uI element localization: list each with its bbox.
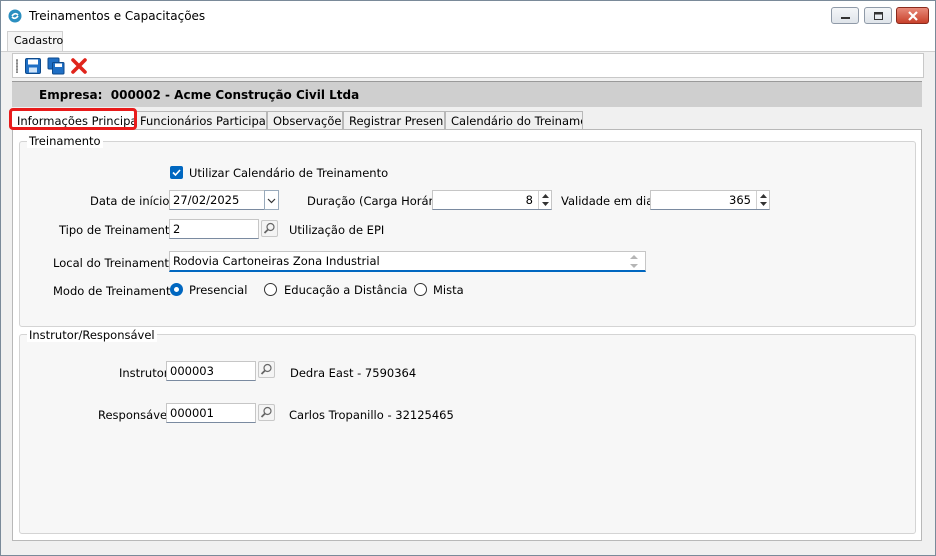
use-calendar-checkbox[interactable] [170,166,183,179]
modo-mista-label: Mista [433,283,464,297]
modo-treinamento-label: Modo de Treinamento: [53,284,182,298]
validade-spinner-icon[interactable] [756,191,769,209]
instrutor-lookup-button[interactable] [258,361,275,378]
toolbar-grip-icon [16,59,18,73]
instrutor-group [19,334,916,534]
menu-tab-cadastro[interactable]: Cadastro [7,31,63,51]
tab-funcionarios-participantes[interactable]: Funcionários Participantes [134,111,267,129]
minimize-icon [841,17,850,19]
treinamento-group-title: Treinamento [27,134,103,148]
menu-bar [1,31,935,52]
duracao-field[interactable]: 8 [432,190,552,210]
instrutor-field[interactable]: 000003 [166,361,256,381]
tab-registrar-presenca[interactable]: Registrar Presença [343,111,445,129]
chevron-down-icon [267,198,276,204]
tipo-treinamento-field[interactable]: 2 [169,219,259,239]
scroll-arrows-icon[interactable] [627,253,641,270]
search-icon [263,222,275,234]
local-treinamento-label: Local do Treinamento: [53,256,180,270]
search-icon [260,363,272,375]
delete-icon[interactable] [70,57,88,75]
search-icon [260,406,272,418]
responsavel-lookup-button[interactable] [258,404,275,421]
modo-mista-radio[interactable] [414,283,427,296]
data-inicio-label: Data de início: [90,194,174,208]
local-treinamento-field[interactable]: Rodovia Cartoneiras Zona Industrial [169,251,646,272]
modo-presencial-label: Presencial [189,283,248,297]
save-copy-icon[interactable] [47,57,65,75]
title-bar: Treinamentos e Capacitações [1,1,935,31]
instrutor-desc: Dedra East - 7590364 [290,366,417,380]
modo-ead-label: Educação a Distância [284,283,408,297]
instrutor-label: Instrutor: [119,366,173,380]
validade-label: Validade em dias [561,194,660,208]
main-window: Treinamentos e Capacitações Cadastro Emp… [0,0,936,556]
tipo-lookup-button[interactable] [261,220,278,237]
duracao-label: Duração (Carga Horária) [307,194,448,208]
minimize-button[interactable] [831,7,859,24]
save-icon[interactable] [24,57,42,75]
duracao-spinner-icon[interactable] [538,191,551,209]
modo-presencial-radio[interactable] [170,283,183,296]
data-inicio-field[interactable]: 27/02/2025 [169,190,265,210]
toolbar [12,53,924,78]
tab-informacoes-principais[interactable]: Informações Principais [9,108,137,130]
use-calendar-label: Utilizar Calendário de Treinamento [189,166,389,180]
instrutor-group-title: Instrutor/Responsável [27,328,157,342]
tab-observacoes[interactable]: Observações [267,111,343,129]
modo-ead-radio[interactable] [264,283,277,296]
tipo-treinamento-label: Tipo de Treinamento: [59,223,181,237]
empresa-bar: Empresa: 000002 - Acme Construção Civil … [12,81,922,107]
maximize-icon [874,12,883,20]
date-picker-button[interactable] [264,190,279,210]
responsavel-field[interactable]: 000001 [166,403,256,423]
responsavel-desc: Carlos Tropanillo - 32125465 [289,408,454,422]
close-button[interactable] [896,7,929,24]
empresa-label: Empresa: 000002 - Acme Construção Civil … [39,88,360,102]
close-icon [908,11,918,21]
app-icon [8,9,22,23]
tipo-treinamento-desc: Utilização de EPI [289,223,385,237]
validade-field[interactable]: 365 [650,190,770,210]
window-title: Treinamentos e Capacitações [29,9,206,23]
responsavel-label: Responsável: [98,408,175,422]
checkmark-icon [172,169,181,177]
tab-calendario-treinamento[interactable]: Calendário do Treinamento [445,111,583,129]
maximize-button[interactable] [864,7,892,24]
